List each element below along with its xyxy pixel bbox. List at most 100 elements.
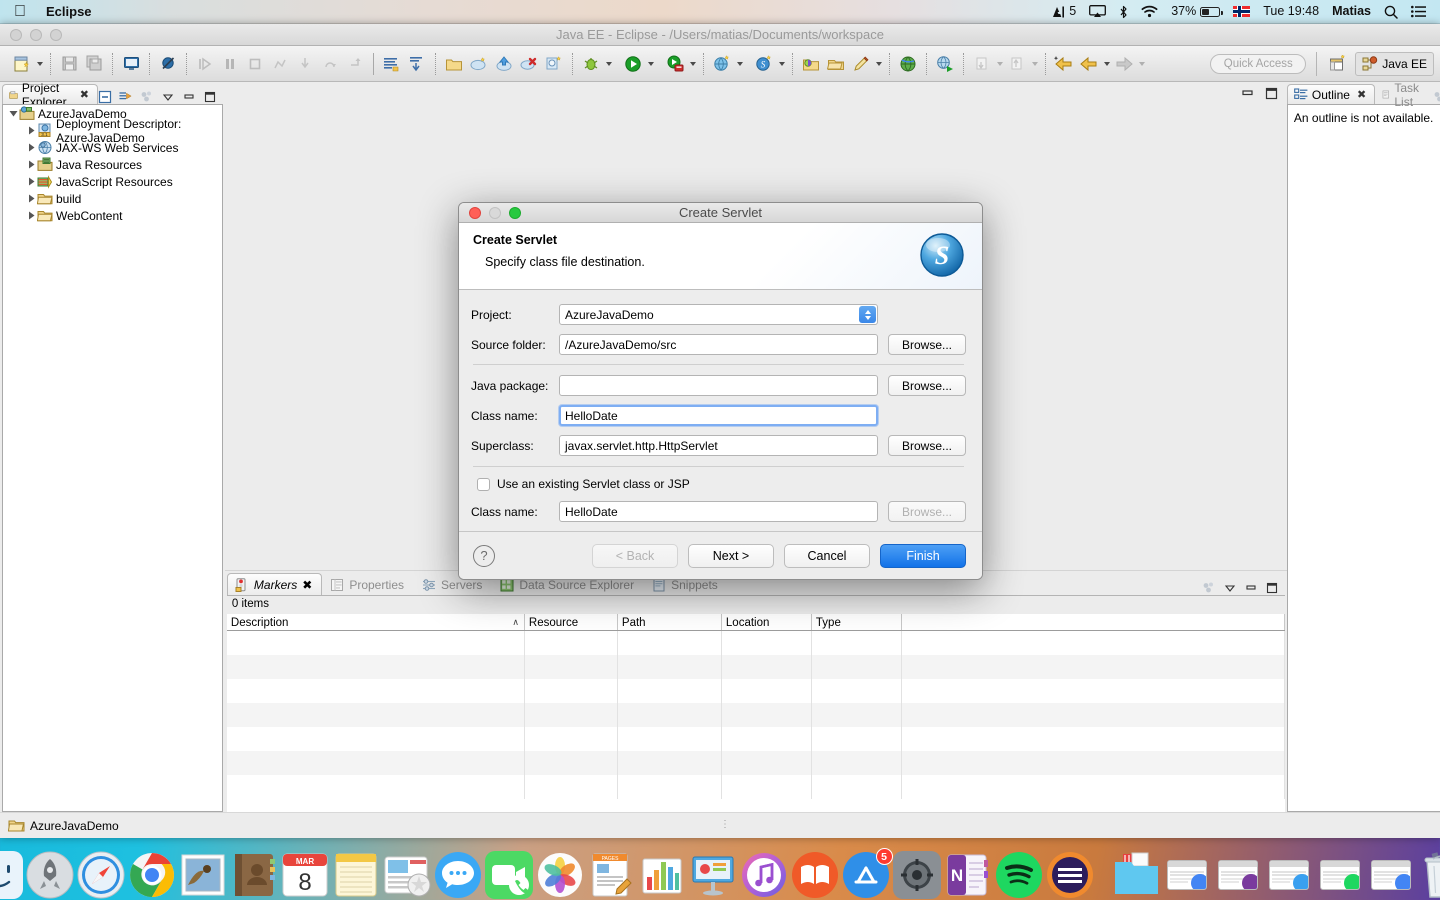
edit-icon[interactable] (850, 53, 872, 75)
new-wizard-icon[interactable] (11, 53, 33, 75)
java-package-input[interactable] (559, 375, 878, 397)
cancel-button[interactable]: Cancel (784, 543, 870, 568)
team-compare-icon[interactable] (543, 53, 565, 75)
chevron-right-icon[interactable] (25, 125, 37, 137)
editor-maximize-icon[interactable] (1265, 86, 1279, 100)
source-folder-browse-button[interactable]: Browse... (888, 334, 966, 356)
dock-item-spotify[interactable] (995, 851, 1043, 899)
dock-item-keynote[interactable] (689, 851, 737, 899)
table-row[interactable] (227, 727, 1285, 751)
dock-item-trash[interactable] (1418, 851, 1440, 899)
column-header[interactable]: Path (618, 614, 722, 630)
project-tree[interactable]: AzureJavaDemo 3.1 Deployment Descriptor: A… (2, 104, 223, 812)
step-return-icon[interactable] (344, 53, 366, 75)
dock-minimized-finder-window[interactable] (1265, 851, 1313, 899)
wifi-icon[interactable] (1141, 5, 1158, 18)
column-header[interactable]: Resource (525, 614, 618, 630)
collapse-all-icon[interactable] (98, 90, 112, 104)
project-combo[interactable]: AzureJavaDemo (559, 304, 878, 326)
markers-maximize-icon[interactable] (1265, 581, 1279, 595)
notification-center-icon[interactable] (1411, 5, 1426, 18)
chevron-right-icon[interactable] (25, 142, 37, 154)
team-commit-icon[interactable] (493, 53, 515, 75)
new-package-icon[interactable] (443, 53, 465, 75)
new-server-dropdown-icon[interactable] (737, 61, 743, 66)
next-annotation-dropdown-icon[interactable] (997, 61, 1003, 66)
previous-annotation-icon[interactable] (1006, 53, 1028, 75)
new-sql-dropdown-icon[interactable] (779, 61, 785, 66)
dock-minimized-onenote-window[interactable] (1214, 851, 1262, 899)
class-name-input[interactable]: HelloDate (559, 405, 878, 427)
view-menu-icon[interactable] (140, 90, 154, 104)
table-row[interactable] (227, 775, 1285, 799)
tree-item[interactable]: JavaScript Resources (3, 173, 222, 190)
menubar-user[interactable]: Matias (1332, 5, 1371, 18)
minimize-view-icon[interactable] (182, 90, 196, 104)
run-icon[interactable] (622, 53, 644, 75)
dock-item-messages[interactable] (434, 851, 482, 899)
chevron-right-icon[interactable] (25, 176, 37, 188)
dock-item-numbers[interactable] (638, 851, 686, 899)
dock-item-eclipse[interactable] (1046, 851, 1094, 899)
new-sql-icon[interactable]: S (753, 53, 775, 75)
bluetooth-icon[interactable] (1119, 5, 1128, 19)
next-button[interactable]: Next > (688, 543, 774, 568)
markers-view-menu-icon[interactable] (1202, 581, 1216, 595)
open-folder-icon[interactable] (825, 53, 847, 75)
dock-minimized-chrome-window-2[interactable] (1367, 851, 1415, 899)
finish-button[interactable]: Finish (880, 543, 966, 568)
dock-item-news[interactable] (383, 851, 431, 899)
chevron-right-icon[interactable] (25, 193, 37, 205)
new-wizard-dropdown-icon[interactable] (37, 61, 43, 66)
input-language-flag-icon[interactable] (1233, 6, 1251, 17)
debug-icon[interactable] (580, 53, 602, 75)
table-row[interactable] (226, 751, 1285, 775)
dock-item-calendar[interactable]: MAR 8 (281, 851, 329, 899)
next-annotation-icon[interactable] (971, 53, 993, 75)
run-on-server-dropdown-icon[interactable] (690, 61, 696, 66)
new-server-icon[interactable] (711, 53, 733, 75)
dock-item-downloads-stack[interactable] (1112, 851, 1160, 899)
open-task-icon[interactable] (406, 53, 428, 75)
help-icon[interactable]: ? (473, 544, 495, 567)
menubar-app-name[interactable]: Eclipse (46, 4, 92, 19)
search-icon[interactable] (1384, 5, 1398, 19)
dock-item-ibooks[interactable] (791, 851, 839, 899)
disconnect-icon[interactable] (269, 53, 291, 75)
suspend-icon[interactable] (219, 53, 241, 75)
superclass-input[interactable]: javax.servlet.http.HttpServlet (559, 435, 878, 457)
dock-item-chrome[interactable] (128, 851, 176, 899)
battery-status[interactable]: 37% (1171, 5, 1223, 18)
forward-navigation-dropdown-icon[interactable] (1139, 61, 1145, 66)
column-header[interactable]: Location (722, 614, 812, 630)
back-navigation-dropdown-icon[interactable] (1104, 61, 1110, 66)
resume-icon[interactable] (194, 53, 216, 75)
team-revert-icon[interactable] (518, 53, 540, 75)
perspective-java-ee-button[interactable]: Java EE (1355, 51, 1434, 76)
outline-view-menu-icon[interactable] (1433, 90, 1440, 104)
table-row[interactable] (227, 679, 1285, 703)
use-existing-servlet-checkbox[interactable] (477, 477, 490, 491)
chevron-down-icon[interactable] (7, 108, 19, 120)
dock-item-onenote[interactable]: N (944, 851, 992, 899)
last-edit-location-icon[interactable] (1053, 53, 1075, 75)
superclass-browse-button[interactable]: Browse... (888, 435, 966, 457)
team-synchronize-icon[interactable] (468, 53, 490, 75)
dock-item-system-preferences[interactable] (892, 851, 941, 899)
dock-item-app-store[interactable]: 5 (842, 848, 893, 899)
existing-class-name-input[interactable]: HelloDate (559, 501, 878, 523)
editor-minimize-icon[interactable] (1241, 86, 1255, 100)
tree-item[interactable]: Java Resources (3, 156, 222, 173)
dock-item-finder[interactable] (0, 851, 23, 899)
terminate-icon[interactable] (244, 53, 266, 75)
close-icon[interactable]: ✖ (302, 578, 312, 592)
menubar-clock[interactable]: Tue 19:48 (1263, 5, 1319, 18)
back-navigation-icon[interactable] (1078, 53, 1100, 75)
run-on-server-icon[interactable] (664, 53, 686, 75)
adobe-status-icon[interactable]: 5 (1052, 5, 1076, 18)
dock-item-launchpad[interactable] (26, 851, 74, 899)
column-header[interactable] (902, 614, 1285, 630)
open-perspective-folder-icon[interactable] (800, 53, 822, 75)
quick-access-input[interactable]: Quick Access (1210, 53, 1307, 74)
view-menu-chevron-icon[interactable] (161, 90, 175, 104)
